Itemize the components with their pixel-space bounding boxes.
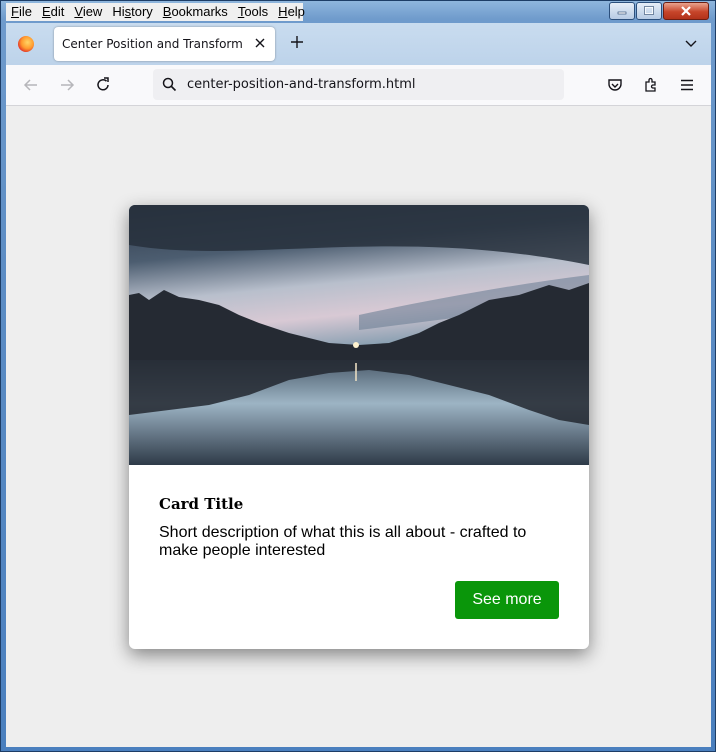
window-close-button[interactable] bbox=[663, 2, 709, 20]
minimize-icon bbox=[617, 11, 627, 15]
card-title: Card Title bbox=[159, 495, 244, 513]
menu-tools-label: ools bbox=[244, 4, 269, 19]
menu-file-label: ile bbox=[18, 4, 32, 19]
close-icon[interactable] bbox=[253, 36, 267, 50]
card-image bbox=[129, 205, 589, 465]
card-description: Short description of what this is all ab… bbox=[159, 524, 527, 559]
page-content: Card Title Short description of what thi… bbox=[6, 106, 711, 747]
menu-help[interactable]: Help bbox=[273, 3, 310, 21]
navigation-bar: center-position-and-transform.html bbox=[6, 65, 711, 106]
firefox-icon[interactable] bbox=[18, 36, 34, 52]
browser-window: File Edit View History Bookmarks Tools H… bbox=[0, 0, 716, 752]
menu-view-label: iew bbox=[82, 4, 103, 19]
back-arrow-icon[interactable] bbox=[22, 76, 40, 94]
reload-icon[interactable] bbox=[94, 76, 112, 94]
see-more-button[interactable]: See more bbox=[455, 581, 559, 619]
menu-bar: File Edit View History Bookmarks Tools H… bbox=[6, 3, 305, 21]
menu-history[interactable]: History bbox=[107, 3, 157, 21]
menu-edit-mnemonic: E bbox=[41, 4, 51, 19]
menu-file-mnemonic: F bbox=[11, 4, 19, 19]
menu-view[interactable]: View bbox=[69, 3, 107, 21]
minimize-button[interactable] bbox=[609, 2, 635, 20]
extensions-icon[interactable] bbox=[642, 76, 660, 94]
menu-bookmarks[interactable]: Bookmarks bbox=[158, 3, 233, 21]
search-icon bbox=[162, 77, 177, 92]
menu-bookmarks-label: ookmarks bbox=[171, 4, 228, 19]
menu-help-mnemonic: H bbox=[278, 4, 288, 19]
menu-edit[interactable]: Edit bbox=[37, 3, 69, 21]
window-close-icon bbox=[681, 6, 691, 16]
tab-active[interactable]: Center Position and Transform bbox=[54, 27, 275, 61]
tab-title: Center Position and Transform bbox=[62, 37, 243, 51]
menu-file[interactable]: File bbox=[6, 3, 37, 21]
url-bar[interactable]: center-position-and-transform.html bbox=[153, 69, 564, 100]
maximize-icon bbox=[644, 6, 654, 15]
maximize-button[interactable] bbox=[636, 2, 662, 20]
menu-history-post: tory bbox=[131, 4, 153, 19]
plus-icon[interactable] bbox=[290, 35, 304, 49]
menu-tools[interactable]: Tools bbox=[233, 3, 273, 21]
hamburger-menu-icon[interactable] bbox=[678, 76, 696, 94]
menu-help-label: elp bbox=[287, 4, 305, 19]
menu-edit-label: dit bbox=[50, 4, 65, 19]
chevron-down-icon[interactable] bbox=[685, 37, 697, 49]
tab-strip: Center Position and Transform bbox=[6, 23, 711, 65]
menu-history-pre: Hi bbox=[112, 4, 125, 19]
forward-arrow-icon[interactable] bbox=[58, 76, 76, 94]
card: Card Title Short description of what thi… bbox=[129, 205, 589, 649]
url-text: center-position-and-transform.html bbox=[187, 77, 416, 92]
window-controls bbox=[608, 2, 709, 20]
menu-view-mnemonic: V bbox=[74, 4, 83, 19]
pocket-icon[interactable] bbox=[606, 76, 624, 94]
